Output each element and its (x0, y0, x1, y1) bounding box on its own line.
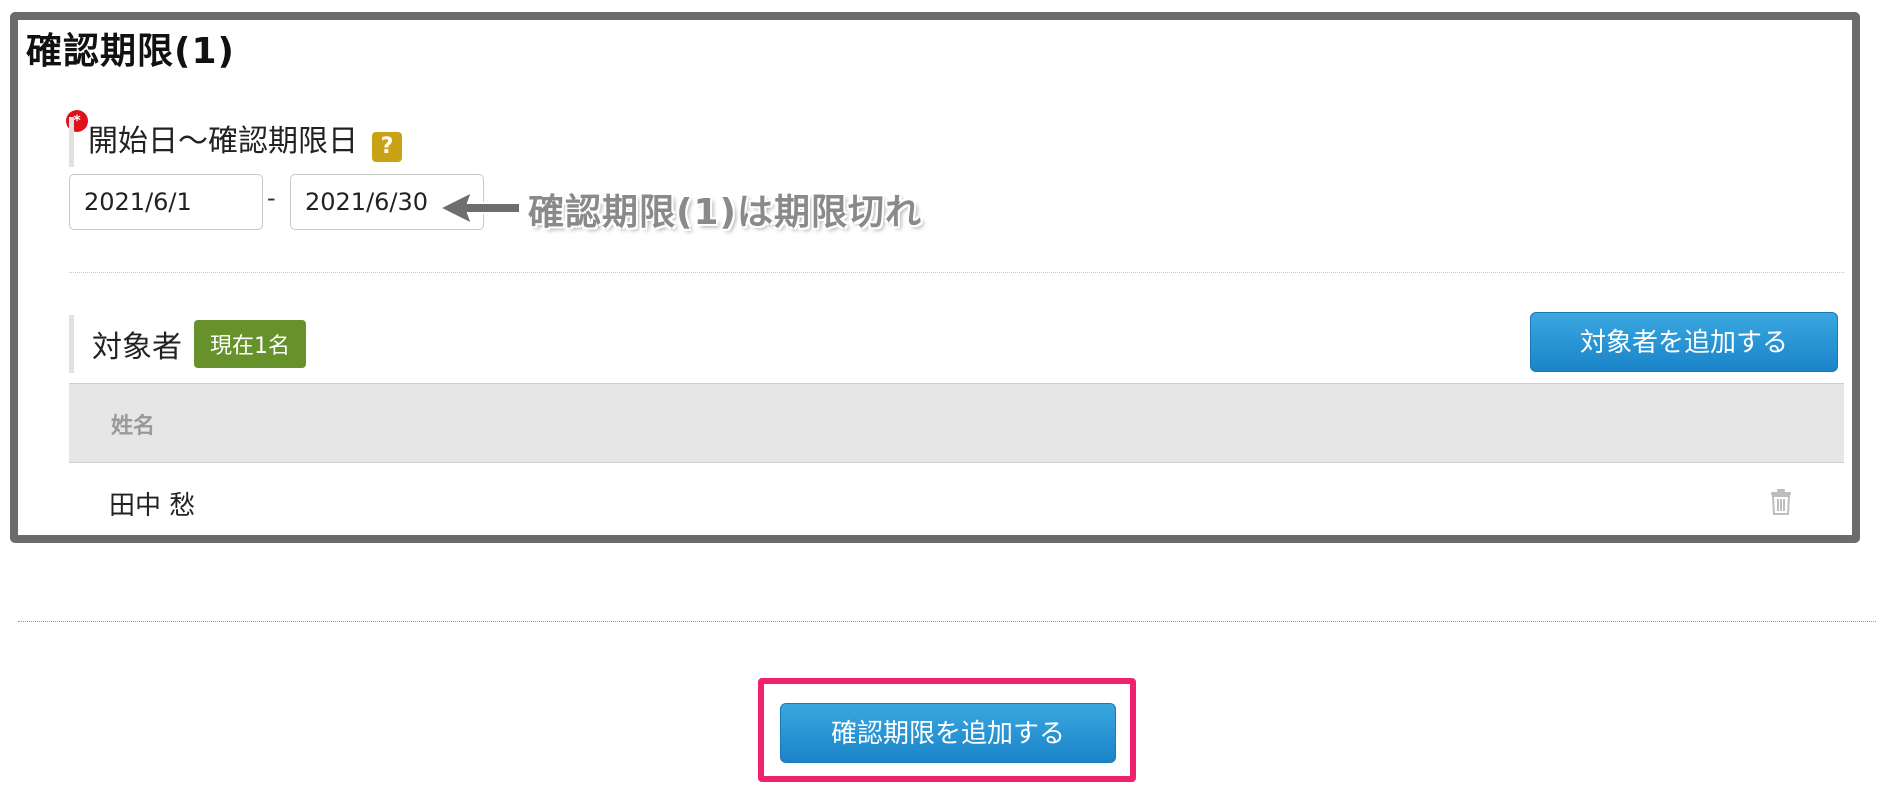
add-confirmation-period-button[interactable]: 確認期限を追加する (780, 703, 1116, 763)
targets-count-badge: 現在1名 (194, 320, 306, 368)
section-divider (69, 272, 1844, 273)
page-divider (18, 621, 1876, 622)
annotation-expired-note: 確認期限(1)は期限切れ (528, 192, 922, 233)
help-icon[interactable]: ? (372, 131, 402, 162)
period-field-label-group: 開始日〜確認期限日? (69, 117, 402, 167)
date-range-separator: - (267, 184, 276, 212)
column-header-name: 姓名 (111, 414, 156, 439)
target-name-cell: 田中 愁 (109, 491, 196, 521)
targets-label: 対象者 (92, 330, 182, 365)
start-date-input[interactable] (69, 174, 263, 230)
annotation-arrow-icon (438, 189, 521, 227)
add-target-button[interactable]: 対象者を追加する (1530, 312, 1838, 372)
confirmation-period-panel: 確認期限(1) * 開始日〜確認期限日? - 確認期限(1)は期限切れ 対象者 … (10, 12, 1860, 543)
table-row: 田中 愁 (69, 463, 1844, 535)
period-field-label: 開始日〜確認期限日 (88, 124, 358, 159)
targets-label-group: 対象者 現在1名 (69, 315, 306, 373)
targets-table-header: 姓名 (69, 383, 1844, 463)
trash-icon[interactable] (1770, 489, 1792, 515)
section-title: 確認期限(1) (26, 31, 235, 72)
